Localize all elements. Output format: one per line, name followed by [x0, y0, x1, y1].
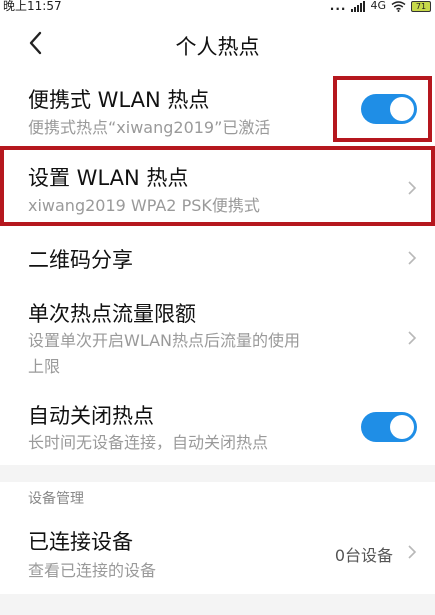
network-type: 4G	[370, 0, 386, 12]
qr-share-title: 二维码分享	[28, 248, 133, 272]
notification-dots-icon: ...	[329, 0, 347, 13]
app-header: 个人热点	[0, 14, 435, 72]
signal-icon	[351, 0, 366, 12]
bottom-divider	[0, 594, 435, 615]
wifi-icon	[391, 0, 406, 12]
section-divider	[0, 465, 435, 482]
data-limit-title: 单次热点流量限额	[28, 302, 196, 326]
portable-hotspot-subtitle: 便携式热点“xiwang2019”已激活	[28, 118, 271, 137]
connected-devices-subtitle: 查看已连接的设备	[28, 561, 157, 580]
data-limit-row[interactable]: 单次热点流量限额 设置单次开启WLAN热点后流量的使用 上限	[0, 292, 435, 384]
connected-devices-title: 已连接设备	[28, 530, 133, 554]
data-limit-subtitle-line1: 设置单次开启WLAN热点后流量的使用	[28, 331, 301, 350]
connected-devices-row[interactable]: 已连接设备 查看已连接的设备 0台设备	[0, 518, 435, 594]
chevron-right-icon	[408, 331, 417, 345]
chevron-right-icon	[408, 545, 417, 559]
auto-off-toggle[interactable]	[361, 412, 417, 442]
qr-share-row[interactable]: 二维码分享	[0, 228, 435, 288]
toggle-knob	[390, 415, 414, 439]
auto-off-row[interactable]: 自动关闭热点 长时间无设备连接，自动关闭热点	[0, 390, 435, 464]
data-limit-subtitle-line2: 上限	[28, 357, 61, 376]
status-bar: 晚上11:57 ... 4G 71	[0, 0, 435, 14]
chevron-right-icon	[408, 251, 417, 265]
connected-devices-count: 0台设备	[334, 546, 393, 565]
auto-off-title: 自动关闭热点	[28, 404, 154, 428]
status-icons: ... 4G 71	[330, 0, 431, 12]
highlight-box-toggle	[333, 76, 432, 142]
portable-hotspot-title: 便携式 WLAN 热点	[28, 88, 210, 112]
device-management-label: 设备管理	[28, 491, 84, 507]
status-time: 晚上11:57	[3, 0, 62, 13]
highlight-box-setup	[0, 146, 435, 226]
auto-off-subtitle: 长时间无设备连接，自动关闭热点	[28, 433, 269, 452]
page-title: 个人热点	[175, 35, 260, 59]
battery-icon: 71	[411, 0, 431, 12]
